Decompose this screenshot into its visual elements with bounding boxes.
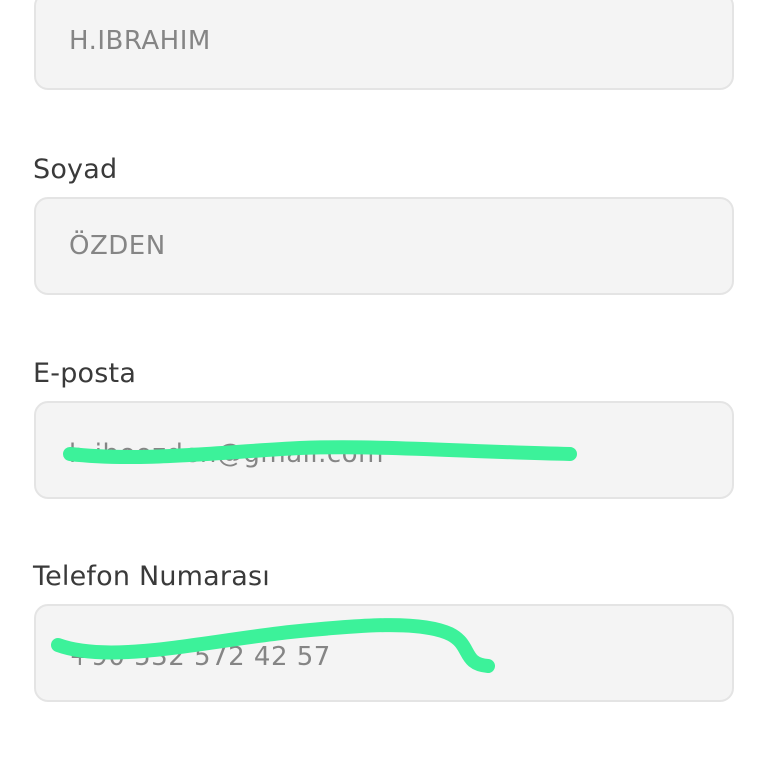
last-name-field[interactable]: ÖZDEN — [34, 197, 734, 295]
last-name-value: ÖZDEN — [69, 231, 166, 261]
first-name-value: H.IBRAHIM — [69, 26, 211, 56]
phone-value: +90 532 572 42 57 — [69, 641, 331, 672]
first-name-field[interactable]: H.IBRAHIM — [34, 0, 734, 90]
phone-field[interactable]: +90 532 572 42 57 — [34, 604, 734, 702]
last-name-label: Soyad — [33, 154, 118, 185]
email-field[interactable]: h.iboozden@gmail.com — [34, 401, 734, 499]
phone-label: Telefon Numarası — [33, 561, 270, 592]
email-label: E-posta — [33, 358, 137, 389]
email-value: h.iboozden@gmail.com — [69, 438, 384, 469]
profile-form: H.IBRAHIM Soyad ÖZDEN E-posta h.iboozden… — [0, 0, 768, 768]
